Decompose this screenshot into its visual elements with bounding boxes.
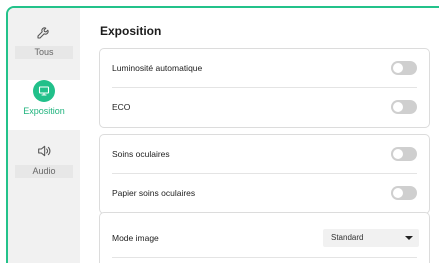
setting-label: Papier soins oculaires: [112, 188, 196, 198]
sidebar-item-label: Audio: [15, 165, 73, 178]
sidebar-item-label: Exposition: [23, 106, 65, 116]
settings-group: Mode image Standard: [99, 212, 430, 263]
settings-content: Exposition Luminosité automatique ECO So…: [80, 8, 439, 263]
setting-label: Mode image: [112, 233, 159, 243]
sidebar: Tous Exposition Audio: [8, 8, 80, 263]
sidebar-item-exposition[interactable]: Exposition: [8, 80, 80, 130]
select-value: Standard: [331, 233, 364, 242]
setting-row-soins-oculaires: Soins oculaires: [100, 135, 429, 173]
setting-row-eco: ECO: [100, 88, 429, 126]
settings-window: Tous Exposition Audio Exposition Luminos…: [6, 6, 439, 263]
soins-oculaires-toggle[interactable]: [391, 147, 417, 161]
setting-row-mode-image: Mode image Standard: [100, 219, 429, 257]
setting-label: Soins oculaires: [112, 149, 170, 159]
setting-row-papier-soins: Papier soins oculaires: [100, 174, 429, 212]
setting-row-luminosite: Luminosité automatique: [100, 49, 429, 87]
eco-toggle[interactable]: [391, 100, 417, 114]
monitor-icon: [33, 80, 55, 102]
sidebar-item-tous[interactable]: Tous: [8, 22, 80, 76]
luminosite-toggle[interactable]: [391, 61, 417, 75]
toggle-knob: [393, 149, 403, 159]
toggle-knob: [393, 102, 403, 112]
settings-group: Soins oculaires Papier soins oculaires: [99, 134, 430, 214]
chevron-down-icon: [405, 236, 413, 240]
mode-image-select[interactable]: Standard: [323, 229, 419, 247]
divider: [112, 257, 417, 258]
papier-soins-toggle[interactable]: [391, 186, 417, 200]
sidebar-item-label: Tous: [15, 46, 73, 59]
setting-label: ECO: [112, 102, 131, 112]
speaker-icon: [34, 141, 54, 161]
toggle-knob: [393, 188, 403, 198]
settings-group: Luminosité automatique ECO: [99, 48, 430, 128]
sidebar-item-audio[interactable]: Audio: [8, 141, 80, 185]
toggle-knob: [393, 63, 403, 73]
page-title: Exposition: [100, 24, 162, 38]
setting-label: Luminosité automatique: [112, 63, 203, 73]
wrench-icon: [34, 22, 54, 42]
